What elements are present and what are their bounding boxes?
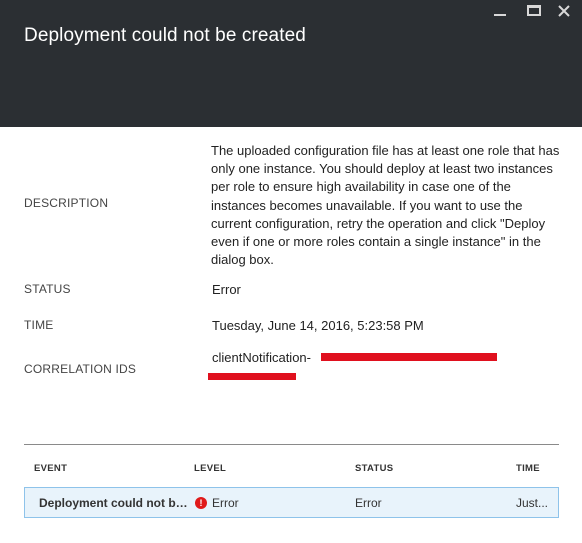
table-row[interactable]: Deployment could not be created ! Error …: [24, 487, 559, 518]
close-icon: [558, 5, 570, 17]
close-button[interactable]: [556, 3, 574, 19]
status-label: STATUS: [24, 282, 71, 296]
description-label: DESCRIPTION: [24, 196, 109, 210]
correlation-ids-value: clientNotification-: [212, 350, 311, 365]
event-level: Error: [212, 496, 239, 510]
minimize-icon: [494, 14, 506, 16]
time-value: Tuesday, June 14, 2016, 5:23:58 PM: [212, 318, 424, 333]
correlation-ids-label: CORRELATION IDS: [24, 362, 137, 376]
column-header-event[interactable]: EVENT: [34, 463, 67, 474]
minimize-button[interactable]: [491, 3, 509, 19]
column-header-level[interactable]: LEVEL: [194, 463, 226, 474]
column-header-status[interactable]: STATUS: [355, 463, 393, 474]
blade-header: Deployment could not be created: [0, 0, 582, 127]
description-text: The uploaded configuration file has at l…: [211, 143, 560, 268]
maximize-icon: [527, 5, 541, 16]
maximize-button[interactable]: [525, 3, 543, 19]
error-icon: !: [195, 497, 207, 509]
events-table: EVENT LEVEL STATUS TIME Deployment could…: [24, 444, 559, 518]
column-header-time[interactable]: TIME: [516, 463, 540, 474]
event-status: Error: [355, 496, 382, 510]
event-time: Just...: [516, 496, 549, 510]
time-label: TIME: [24, 318, 54, 332]
status-value: Error: [212, 282, 241, 297]
redaction-mark: [208, 373, 296, 380]
events-table-header: EVENT LEVEL STATUS TIME: [24, 445, 559, 487]
event-name: Deployment could not be created: [39, 496, 189, 510]
redaction-mark: [321, 353, 497, 361]
blade-title: Deployment could not be created: [24, 25, 306, 46]
